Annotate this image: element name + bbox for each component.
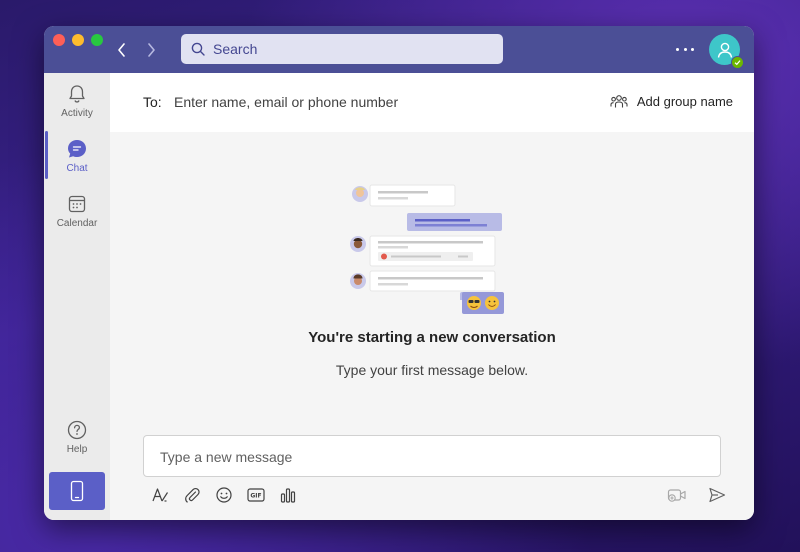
send-button[interactable]: [707, 485, 727, 505]
meet-now-button[interactable]: [667, 485, 687, 505]
svg-text:GIF: GIF: [250, 493, 261, 500]
empty-state-headline: You're starting a new conversation: [308, 329, 556, 346]
chat-icon: [66, 136, 88, 162]
add-group-name-button[interactable]: Add group name: [610, 93, 733, 109]
emoji-reply: [462, 292, 504, 314]
format-button[interactable]: [150, 485, 170, 505]
compose-placeholder: Type a new message: [160, 449, 293, 465]
rail-label-help: Help: [66, 444, 88, 455]
chat-pane: To: Enter name, email or phone number Ad…: [110, 73, 754, 520]
message-compose-box[interactable]: Type a new message: [143, 435, 721, 477]
recipient-input[interactable]: Enter name, email or phone number: [174, 94, 398, 110]
to-label: To:: [143, 94, 162, 110]
compose-toolbar: GIF: [150, 485, 310, 505]
help-icon: [66, 417, 88, 443]
rail-label-calendar: Calendar: [56, 218, 98, 229]
attach-icon: [185, 487, 200, 503]
presence-badge: [731, 56, 744, 69]
poll-icon: [280, 488, 296, 503]
close-window-button[interactable]: [53, 34, 65, 46]
emoji-button[interactable]: [214, 485, 234, 505]
people-group-icon: [610, 95, 628, 108]
recipient-bar: To: Enter name, email or phone number Ad…: [110, 73, 754, 132]
rail-item-activity[interactable]: Activity: [44, 81, 110, 133]
more-options-button[interactable]: [676, 42, 694, 56]
app-rail: Activity Chat Calendar Help: [44, 73, 110, 520]
person-icon: [717, 42, 732, 58]
emoji-icon: [216, 487, 232, 503]
bell-icon: [66, 81, 88, 107]
attach-button[interactable]: [182, 485, 202, 505]
chevron-right-icon: [148, 43, 155, 57]
gif-icon: GIF: [247, 488, 265, 502]
phone-icon: [70, 480, 84, 502]
format-icon: [152, 488, 169, 502]
rail-item-chat[interactable]: Chat: [44, 136, 110, 188]
title-bar: Search: [44, 26, 754, 73]
chevron-left-icon: [118, 43, 125, 57]
forward-button[interactable]: [143, 41, 159, 59]
meet-now-icon: [667, 489, 686, 502]
rail-item-calendar[interactable]: Calendar: [44, 191, 110, 243]
minimize-window-button[interactable]: [72, 34, 84, 46]
new-conversation-illustration: [350, 184, 503, 300]
back-button[interactable]: [114, 41, 130, 59]
empty-state-subline: Type your first message below.: [335, 362, 529, 378]
search-placeholder: Search: [213, 41, 258, 57]
checkmark-icon: [734, 60, 741, 66]
search-icon: [191, 42, 205, 56]
more-horizontal-icon: [676, 47, 679, 51]
rail-label-chat: Chat: [66, 163, 88, 174]
compose-actions: [667, 485, 727, 505]
rail-item-help[interactable]: Help: [44, 417, 110, 469]
profile-avatar[interactable]: [709, 34, 744, 69]
gif-button[interactable]: GIF: [246, 485, 266, 505]
teams-window: Search Activity Chat Calendar Help To: E…: [44, 26, 754, 520]
calendar-icon: [66, 191, 88, 217]
send-icon: [709, 487, 726, 503]
zoom-window-button[interactable]: [91, 34, 103, 46]
poll-button[interactable]: [278, 485, 298, 505]
search-input[interactable]: Search: [181, 34, 503, 64]
rail-label-activity: Activity: [61, 108, 93, 119]
mobile-app-button[interactable]: [49, 472, 105, 510]
add-group-name-label: Add group name: [636, 93, 733, 109]
